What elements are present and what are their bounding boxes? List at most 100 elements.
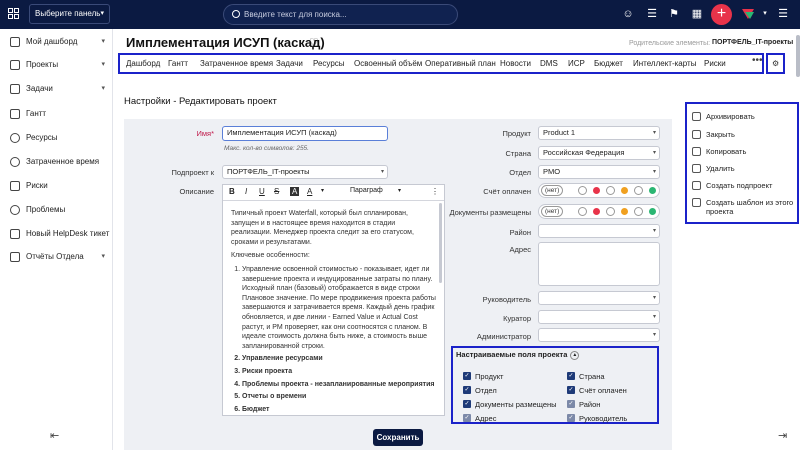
status-option[interactable]	[578, 207, 587, 216]
status-dot-orange[interactable]	[621, 208, 628, 215]
invoice-paid-radio-group[interactable]: (нет)	[538, 183, 660, 198]
sidebar-item-tasks[interactable]: Задачи ▾	[0, 80, 113, 98]
docs-placed-radio-group[interactable]: (нет)	[538, 204, 660, 219]
subproject-select[interactable]: ПОРТФЕЛЬ_IT-проекты ▾	[222, 165, 388, 179]
status-dot-green[interactable]	[649, 187, 656, 194]
checkbox[interactable]: ✓	[463, 414, 471, 422]
tab-dms[interactable]: DMS	[540, 59, 558, 68]
search-input[interactable]: Введите текст для поиска...	[223, 4, 458, 25]
calendar-icon[interactable]: ▦	[689, 6, 705, 22]
bold-icon[interactable]: B	[229, 187, 235, 196]
highlight-color-icon[interactable]: A	[290, 187, 300, 196]
status-option[interactable]	[606, 186, 615, 195]
checkbox[interactable]: ✓	[567, 386, 575, 394]
chevron-down-icon[interactable]: ▾	[321, 187, 324, 194]
more-vertical-icon[interactable]: ⋮	[431, 187, 439, 196]
status-option[interactable]	[634, 207, 643, 216]
admin-select[interactable]: ▾	[538, 328, 660, 342]
sidebar: Мой дашборд ▾ Проекты ▾ Задачи ▾ Гантт Р…	[0, 29, 113, 450]
sidebar-item-helpdesk[interactable]: Новый HelpDesk тикет	[0, 225, 113, 243]
description-editor[interactable]: B I U S A A ▾ Параграф ▾ ⋮ Типичный прое…	[222, 184, 445, 416]
sidebar-item-gantt[interactable]: Гантт	[0, 105, 113, 123]
custom-fields-title[interactable]: Настраиваемые поля проекта ▲	[456, 350, 580, 360]
address-textarea[interactable]	[538, 242, 660, 286]
chevron-down-icon[interactable]: ▾	[398, 187, 401, 194]
create-plus-button[interactable]: +	[711, 4, 732, 25]
sidebar-item-dashboard[interactable]: Мой дашборд ▾	[0, 33, 113, 51]
status-dot-green[interactable]	[649, 208, 656, 215]
sidebar-item-reports[interactable]: Отчёты Отдела ▾	[0, 248, 113, 266]
chevron-down-icon[interactable]: ▾	[757, 6, 773, 22]
department-select[interactable]: PMO ▾	[538, 165, 660, 179]
sidebar-item-label: Задачи	[26, 84, 53, 93]
main-content: Имплементация ИСУП (каскад) ♡ Родительск…	[114, 29, 800, 450]
editor-scrollbar[interactable]	[439, 203, 442, 283]
checkbox[interactable]: ✓	[463, 400, 471, 408]
grid-menu-icon[interactable]	[8, 8, 20, 20]
tab-news[interactable]: Новости	[500, 59, 531, 68]
italic-icon[interactable]: I	[245, 187, 247, 196]
status-option[interactable]	[634, 186, 643, 195]
none-option[interactable]: (нет)	[541, 185, 564, 196]
tab-time-spent[interactable]: Затраченное время	[200, 59, 273, 68]
name-input[interactable]: Имплементация ИСУП (каскад)	[222, 126, 388, 141]
collapse-sidebar-icon[interactable]: ⇤	[50, 429, 59, 442]
checklist-icon[interactable]: ☰	[644, 6, 660, 22]
sidebar-item-problems[interactable]: Проблемы	[0, 201, 113, 219]
expand-panel-icon[interactable]: ⇥	[778, 429, 787, 442]
manager-select[interactable]: ▾	[538, 291, 660, 305]
tab-budget[interactable]: Бюджет	[594, 59, 623, 68]
tab-risks[interactable]: Риски	[704, 59, 726, 68]
tab-mind-maps[interactable]: Интеллект-карты	[633, 59, 696, 68]
underline-icon[interactable]: U	[259, 187, 265, 196]
editor-content[interactable]: Типичный проект Waterfall, который был с…	[231, 209, 436, 417]
checkbox[interactable]: ✓	[567, 372, 575, 380]
user-icon[interactable]: ☺	[620, 6, 636, 22]
tab-operational-plan[interactable]: Оперативный план	[425, 59, 496, 68]
sidebar-item-projects[interactable]: Проекты ▾	[0, 56, 113, 74]
tab-dashboard[interactable]: Дашборд	[126, 59, 160, 68]
heart-icon[interactable]: ♡	[309, 36, 319, 49]
strikethrough-icon[interactable]: S	[274, 187, 279, 196]
search-icon	[232, 10, 240, 18]
district-select[interactable]: ▾	[538, 224, 660, 238]
sidebar-item-time-spent[interactable]: Затраченное время	[0, 153, 113, 171]
chevron-up-icon[interactable]: ▲	[570, 350, 580, 360]
country-select[interactable]: Российская Федерация ▾	[538, 146, 660, 160]
tasks-icon	[10, 84, 20, 94]
checkbox[interactable]: ✓	[567, 414, 575, 422]
sidebar-item-risks[interactable]: Риски	[0, 177, 113, 195]
panel-select-label: Выберите панель	[35, 9, 101, 18]
flag-icon[interactable]: ⚑	[666, 6, 682, 22]
tab-wbs[interactable]: ИСР	[568, 59, 585, 68]
checkbox[interactable]: ✓	[463, 372, 471, 380]
status-option[interactable]	[606, 207, 615, 216]
more-tabs-icon[interactable]: •••	[752, 55, 763, 66]
parent-elements-link[interactable]: ПОРТФЕЛЬ_IT-проекты	[712, 39, 793, 46]
curator-select[interactable]: ▾	[538, 310, 660, 324]
product-select[interactable]: Product 1 ▾	[538, 126, 660, 140]
tab-tasks[interactable]: Задачи	[276, 59, 303, 68]
none-option[interactable]: (нет)	[541, 206, 564, 217]
tab-gantt[interactable]: Гантт	[168, 59, 188, 68]
project-settings-button[interactable]: ⚙	[766, 53, 785, 74]
save-button[interactable]: Сохранить	[373, 429, 423, 446]
sidebar-item-resources[interactable]: Ресурсы	[0, 129, 113, 147]
status-dot-orange[interactable]	[621, 187, 628, 194]
font-color-icon[interactable]: A	[307, 187, 312, 196]
status-option[interactable]	[578, 186, 587, 195]
tab-resources[interactable]: Ресурсы	[313, 59, 345, 68]
panel-select[interactable]: Выберите панель ▾	[29, 4, 110, 24]
paragraph-style-select[interactable]: Параграф	[350, 187, 383, 194]
checkbox-label: Продукт	[475, 372, 504, 381]
clock-icon	[10, 157, 20, 167]
tab-earned-value[interactable]: Освоенный объём	[354, 59, 422, 68]
hamburger-menu-icon[interactable]: ☰	[775, 6, 791, 22]
status-dot-red[interactable]	[593, 187, 600, 194]
checkbox[interactable]: ✓	[463, 386, 471, 394]
logo-icon[interactable]	[740, 6, 756, 22]
checkbox[interactable]: ✓	[567, 400, 575, 408]
scrollbar[interactable]	[796, 35, 800, 77]
status-dot-red[interactable]	[593, 208, 600, 215]
docs-placed-label: Документы размещены	[449, 208, 531, 217]
